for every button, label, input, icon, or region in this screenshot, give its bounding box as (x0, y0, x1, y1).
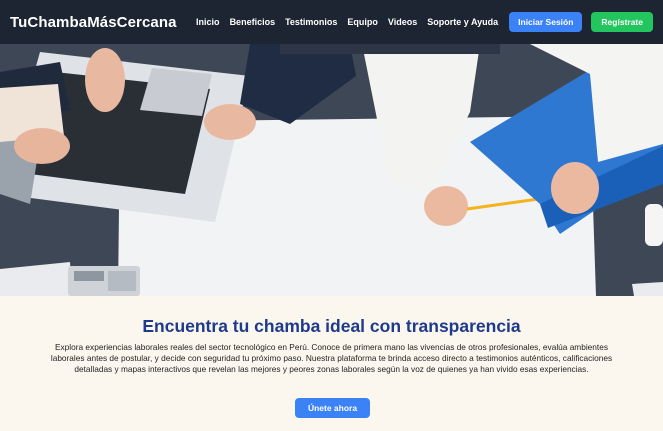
nav-links: Inicio Beneficios Testimonios Equipo Vid… (196, 17, 498, 27)
nav-link-testimonios[interactable]: Testimonios (285, 17, 337, 27)
intro-description: Explora experiencias laborales reales de… (50, 342, 613, 374)
nav-link-videos[interactable]: Videos (388, 17, 417, 27)
nav-link-equipo[interactable]: Equipo (347, 17, 378, 27)
hero-photo-illustration (0, 44, 663, 296)
hero-image (0, 44, 663, 296)
nav-link-inicio[interactable]: Inicio (196, 17, 220, 27)
login-button[interactable]: Iniciar Sesión (509, 12, 583, 32)
join-now-button[interactable]: Únete ahora (295, 398, 370, 418)
nav-link-soporte[interactable]: Soporte y Ayuda (427, 17, 498, 27)
nav-link-beneficios[interactable]: Beneficios (230, 17, 276, 27)
navbar: TuChambaMásCercana Inicio Beneficios Tes… (0, 0, 663, 44)
register-button[interactable]: Regístrate (591, 12, 653, 32)
brand-logo[interactable]: TuChambaMásCercana (10, 14, 177, 31)
intro-section: Encuentra tu chamba ideal con transparen… (0, 296, 663, 431)
page-title: Encuentra tu chamba ideal con transparen… (142, 316, 521, 336)
